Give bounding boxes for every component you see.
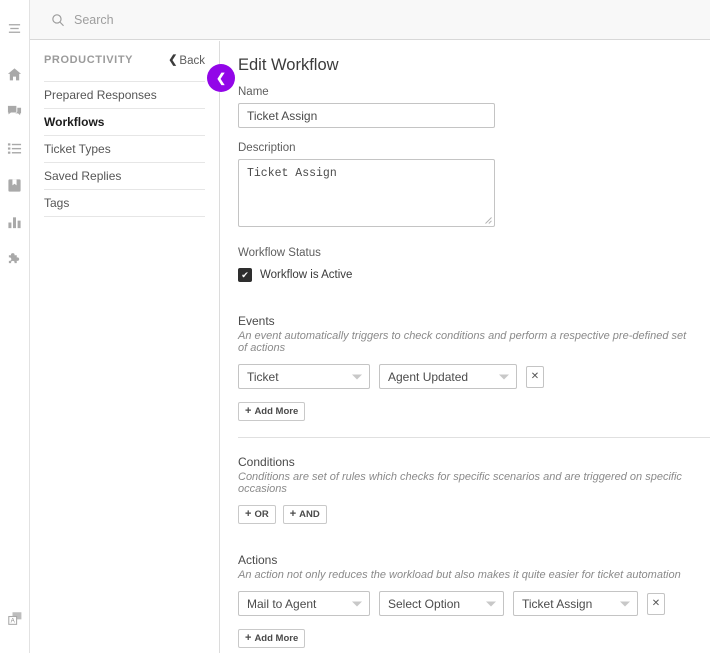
actions-buttons-row: + Add More bbox=[238, 629, 692, 648]
back-label: Back bbox=[179, 54, 205, 67]
action-value-select[interactable]: Ticket Assign bbox=[513, 591, 638, 616]
chevron-down-icon bbox=[352, 601, 362, 606]
collapse-panel-button[interactable]: ❮ bbox=[207, 64, 235, 92]
chevron-down-icon bbox=[620, 601, 630, 606]
sidebar-item-workflows[interactable]: Workflows bbox=[44, 109, 205, 136]
plus-icon: + bbox=[245, 405, 252, 417]
chevron-down-icon bbox=[499, 374, 509, 379]
events-heading: Events bbox=[238, 314, 275, 328]
sidebar-item-tags[interactable]: Tags bbox=[44, 190, 205, 217]
puzzle-piece-icon[interactable] bbox=[0, 244, 30, 274]
description-field-label: Description bbox=[238, 142, 296, 154]
event-entity-select[interactable]: Ticket bbox=[238, 364, 370, 389]
add-or-condition-button[interactable]: + OR bbox=[238, 505, 276, 524]
translate-icon[interactable]: A bbox=[0, 604, 30, 634]
nav-item-label: Tags bbox=[44, 196, 70, 210]
add-more-action-button[interactable]: + Add More bbox=[238, 629, 306, 648]
nav-panel-title: PRODUCTIVITY bbox=[44, 54, 134, 66]
workflow-active-row: ✔ Workflow is Active bbox=[238, 268, 692, 282]
plus-icon: + bbox=[245, 508, 252, 520]
events-actions-row: + Add More bbox=[238, 402, 692, 421]
chevron-left-icon: ❮ bbox=[168, 54, 178, 66]
action-row: Mail to Agent Select Option Ticket Assig… bbox=[238, 591, 692, 616]
action-option-value: Select Option bbox=[388, 596, 461, 611]
event-type-select[interactable]: Agent Updated bbox=[379, 364, 517, 389]
or-label: OR bbox=[254, 509, 269, 520]
nav-item-list: Prepared Responses Workflows Ticket Type… bbox=[44, 81, 205, 217]
action-type-value: Mail to Agent bbox=[247, 596, 317, 611]
name-field-label: Name bbox=[238, 86, 269, 98]
home-icon[interactable] bbox=[0, 59, 30, 89]
events-description: An event automatically triggers to check… bbox=[238, 330, 687, 354]
workflow-active-label: Workflow is Active bbox=[260, 269, 353, 281]
sidebar-item-saved-replies[interactable]: Saved Replies bbox=[44, 163, 205, 190]
and-label: AND bbox=[299, 509, 320, 520]
add-more-event-label: Add More bbox=[254, 406, 299, 417]
chevron-down-icon bbox=[352, 374, 362, 379]
app-root: A PRODUCTIVITY ❮ Back Prepared Responses bbox=[0, 0, 710, 653]
actions-heading: Actions bbox=[238, 553, 278, 567]
add-more-event-button[interactable]: + Add More bbox=[238, 402, 306, 421]
nav-item-label: Saved Replies bbox=[44, 169, 122, 183]
add-more-action-label: Add More bbox=[254, 633, 299, 644]
main-content: Edit Workflow Name Description Ticket As… bbox=[221, 41, 710, 653]
event-entity-value: Ticket bbox=[247, 369, 279, 384]
workflow-name-input[interactable] bbox=[238, 103, 495, 128]
primary-icon-rail: A bbox=[0, 0, 30, 653]
hamburger-menu-icon[interactable] bbox=[0, 13, 30, 43]
plus-icon: + bbox=[289, 508, 297, 520]
secondary-nav-panel: PRODUCTIVITY ❮ Back Prepared Responses W… bbox=[30, 41, 220, 653]
search-container[interactable] bbox=[30, 12, 374, 27]
back-link[interactable]: ❮ Back bbox=[168, 55, 205, 67]
remove-event-button[interactable]: ✕ bbox=[526, 365, 544, 388]
nav-item-label: Workflows bbox=[44, 115, 105, 129]
nav-item-label: Prepared Responses bbox=[44, 88, 157, 102]
chevron-down-icon bbox=[486, 601, 496, 606]
chevron-left-icon: ❮ bbox=[215, 71, 227, 85]
search-input[interactable] bbox=[74, 12, 374, 27]
conditions-buttons-row: + OR + AND bbox=[238, 505, 692, 524]
add-and-condition-button[interactable]: + AND bbox=[282, 505, 327, 524]
nav-header: PRODUCTIVITY ❮ Back bbox=[44, 41, 205, 73]
description-textarea-wrap: Ticket Assign bbox=[238, 159, 495, 227]
conditions-heading: Conditions bbox=[238, 455, 295, 469]
workflow-status-label: Workflow Status bbox=[238, 247, 321, 259]
bookmark-icon[interactable] bbox=[0, 170, 30, 200]
bar-chart-icon[interactable] bbox=[0, 207, 30, 237]
actions-description: An action not only reduces the workload … bbox=[238, 569, 681, 581]
chat-icon[interactable] bbox=[0, 96, 30, 126]
event-row: Ticket Agent Updated ✕ bbox=[238, 364, 692, 389]
workflow-description-textarea[interactable]: Ticket Assign bbox=[238, 159, 495, 227]
action-type-select[interactable]: Mail to Agent bbox=[238, 591, 370, 616]
nav-item-label: Ticket Types bbox=[44, 142, 111, 156]
search-icon bbox=[51, 13, 65, 27]
sidebar-item-prepared-responses[interactable]: Prepared Responses bbox=[44, 82, 205, 109]
workflow-active-checkbox[interactable]: ✔ bbox=[238, 268, 252, 282]
action-value-value: Ticket Assign bbox=[522, 596, 593, 611]
action-option-select[interactable]: Select Option bbox=[379, 591, 504, 616]
page-title: Edit Workflow bbox=[238, 56, 339, 74]
list-icon[interactable] bbox=[0, 133, 30, 163]
plus-icon: + bbox=[245, 632, 252, 644]
sidebar-item-ticket-types[interactable]: Ticket Types bbox=[44, 136, 205, 163]
remove-action-button[interactable]: ✕ bbox=[647, 592, 665, 615]
conditions-description: Conditions are set of rules which checks… bbox=[238, 471, 682, 495]
event-type-value: Agent Updated bbox=[388, 369, 469, 384]
top-search-bar bbox=[30, 0, 710, 40]
